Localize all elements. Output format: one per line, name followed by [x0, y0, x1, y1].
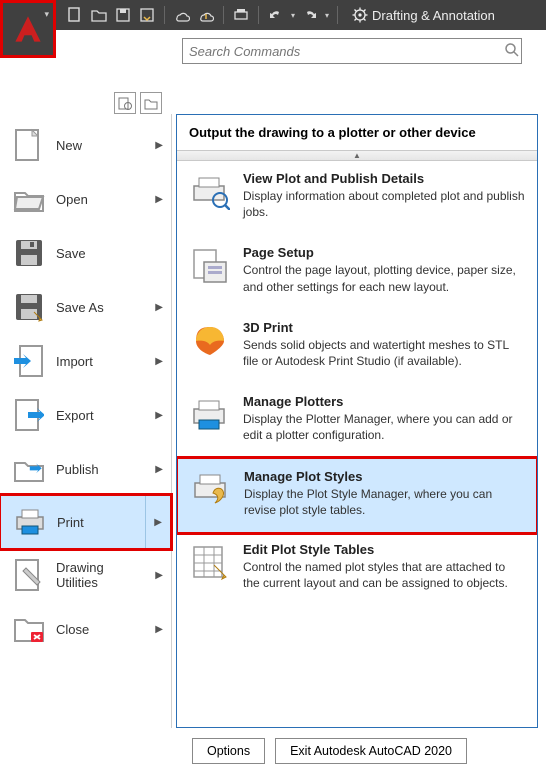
chevron-right-icon: ▶ [155, 410, 163, 421]
saveas-disk-icon [12, 290, 46, 324]
save-icon[interactable] [114, 6, 132, 24]
plot-icon[interactable] [232, 6, 250, 24]
save-disk-icon [12, 236, 46, 270]
manage-plot-styles-icon [190, 469, 232, 511]
close-icon [12, 612, 46, 646]
new-icon [12, 128, 46, 162]
exit-button[interactable]: Exit Autodesk AutoCAD 2020 [275, 738, 467, 764]
open-icon [12, 182, 46, 216]
chevron-right-icon: ▶ [155, 624, 163, 635]
submenu-manage-plot-styles[interactable]: Manage Plot Styles Display the Plot Styl… [177, 458, 537, 533]
cloud-save-icon[interactable] [197, 6, 215, 24]
chevron-right-icon: ▶ [155, 302, 163, 313]
menu-item-publish[interactable]: Publish ▶ [0, 442, 171, 496]
dropdown-caret-icon: ▾ [44, 9, 49, 20]
chevron-right-icon: ▶ [145, 496, 162, 548]
open-documents-icon[interactable] [140, 92, 162, 114]
chevron-right-icon: ▶ [155, 464, 163, 475]
menu-item-open[interactable]: Open ▶ [0, 172, 171, 226]
chevron-right-icon: ▶ [155, 140, 163, 151]
print-submenu-panel: Output the drawing to a plotter or other… [176, 114, 538, 728]
undo-icon[interactable] [267, 6, 285, 24]
menu-item-export[interactable]: Export ▶ [0, 388, 171, 442]
app-menu-left-column: New ▶ Open ▶ Save Save As ▶ Import ▶ [0, 114, 172, 728]
publish-icon [12, 452, 46, 486]
menu-item-close[interactable]: Close ▶ [0, 602, 171, 656]
submenu-header: Output the drawing to a plotter or other… [177, 115, 537, 151]
redo-icon[interactable] [301, 6, 319, 24]
open-folder-icon[interactable] [90, 6, 108, 24]
workspace-label: Drafting & Annotation [372, 8, 495, 23]
menu-item-import[interactable]: Import ▶ [0, 334, 171, 388]
plot-details-icon [189, 171, 231, 213]
options-button[interactable]: Options [192, 738, 265, 764]
page-setup-icon [189, 245, 231, 287]
chevron-right-icon: ▶ [155, 356, 163, 367]
submenu-view-plot-details[interactable]: View Plot and Publish Details Display in… [177, 161, 537, 235]
manage-plotters-icon [189, 394, 231, 436]
app-menu-button[interactable]: ▾ [0, 0, 56, 58]
undo-caret-icon[interactable]: ▾ [291, 11, 295, 20]
submenu-edit-plot-style-tables[interactable]: Edit Plot Style Tables Control the named… [177, 532, 537, 606]
cloud-open-icon[interactable] [173, 6, 191, 24]
menu-item-print[interactable]: Print ▶ [0, 495, 171, 549]
search-icon[interactable] [504, 42, 520, 61]
redo-caret-icon[interactable]: ▾ [325, 11, 329, 20]
print-icon [13, 505, 47, 539]
export-icon [12, 398, 46, 432]
search-input[interactable] [182, 38, 522, 64]
autocad-logo-icon [10, 11, 46, 47]
submenu-page-setup[interactable]: Page Setup Control the page layout, plot… [177, 235, 537, 309]
menu-item-saveas[interactable]: Save As ▶ [0, 280, 171, 334]
scroll-up-hint[interactable]: ▲ [177, 151, 537, 161]
menu-item-drawing-utilities[interactable]: Drawing Utilities ▶ [0, 548, 171, 602]
menu-item-save[interactable]: Save [0, 226, 171, 280]
submenu-manage-plotters[interactable]: Manage Plotters Display the Plotter Mana… [177, 384, 537, 458]
menu-item-new[interactable]: New ▶ [0, 118, 171, 172]
edit-plot-style-tables-icon [189, 542, 231, 584]
workspace-switcher[interactable]: Drafting & Annotation [352, 7, 495, 23]
saveas-icon[interactable] [138, 6, 156, 24]
recent-documents-icon[interactable] [114, 92, 136, 114]
submenu-3d-print[interactable]: 3D Print Sends solid objects and waterti… [177, 310, 537, 384]
new-file-icon[interactable] [66, 6, 84, 24]
gear-icon [352, 7, 368, 23]
3d-print-icon [189, 320, 231, 362]
import-icon [12, 344, 46, 378]
chevron-right-icon: ▶ [155, 570, 163, 581]
drawing-utilities-icon [12, 558, 46, 592]
chevron-right-icon: ▶ [155, 194, 163, 205]
